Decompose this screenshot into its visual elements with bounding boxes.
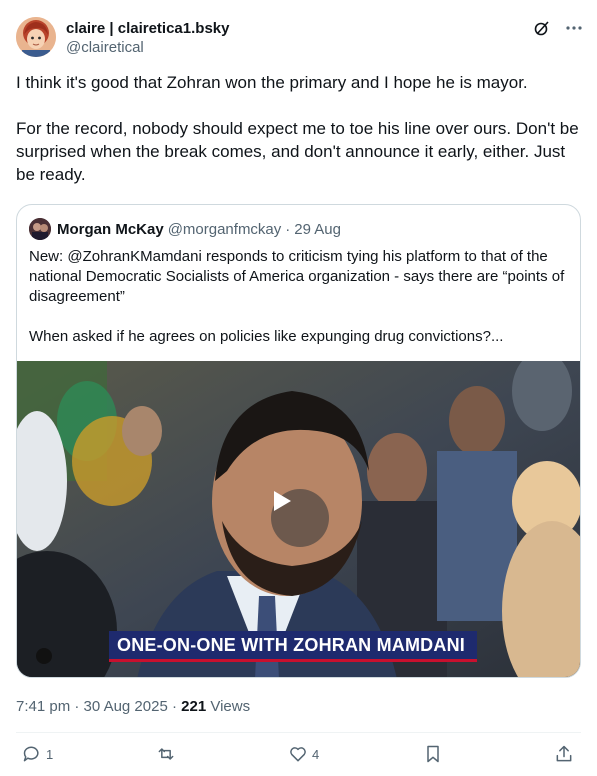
author-handle[interactable]: @clairetical [66, 38, 229, 57]
author-avatar[interactable] [16, 17, 56, 57]
quoted-author-avatar [29, 218, 51, 240]
reply-icon [23, 746, 39, 762]
repost-button[interactable] [155, 744, 181, 764]
views-count: 221 [181, 698, 207, 715]
quoted-post-text: New: @ZohranKMamdani responds to critici… [29, 247, 569, 347]
heart-icon [290, 747, 306, 762]
share-icon [556, 745, 572, 762]
more-options-icon[interactable] [565, 19, 583, 37]
quoted-paragraph: New: @ZohranKMamdani responds to critici… [29, 248, 565, 305]
quoted-post[interactable]: Morgan McKay @morganfmckay · 29 Aug New:… [16, 204, 581, 678]
post-paragraph: For the record, nobody should expect me … [16, 119, 579, 184]
video-player[interactable]: ONE-ON-ONE WITH ZOHRAN MAMDANI [17, 361, 580, 677]
bookmark-icon [427, 745, 439, 763]
reply-button[interactable]: 1 [22, 744, 53, 764]
author-display-name[interactable]: claire | clairetica1.bsky [66, 19, 229, 38]
divider [16, 732, 581, 733]
quoted-post-date: 29 Aug [294, 220, 341, 238]
quoted-author-handle: @morganfmckay [167, 220, 282, 238]
post-meta: 7:41 pm · 30 Aug 2025 · 221 Views [16, 698, 250, 715]
grok-icon[interactable] [533, 19, 551, 37]
like-button[interactable]: 4 [288, 744, 319, 764]
separator-dot: · [171, 698, 177, 715]
action-bar: 1 4 [16, 744, 581, 770]
quoted-paragraph: When asked if he agrees on policies like… [29, 328, 504, 345]
play-button[interactable] [271, 489, 329, 547]
repost-icon [158, 748, 174, 760]
separator-dot: · [285, 220, 291, 238]
video-chyron: ONE-ON-ONE WITH ZOHRAN MAMDANI [109, 631, 477, 662]
quoted-author-name: Morgan McKay [57, 220, 164, 238]
share-button[interactable] [554, 744, 574, 764]
play-icon [274, 491, 291, 511]
post-text: I think it's good that Zohran won the pr… [16, 71, 582, 186]
views-label: Views [210, 698, 251, 715]
like-count: 4 [312, 746, 320, 762]
post-time[interactable]: 7:41 pm [16, 698, 70, 715]
post-date[interactable]: 30 Aug 2025 [84, 698, 168, 715]
reply-count: 1 [46, 746, 54, 762]
post-header: claire | clairetica1.bsky @clairetical [16, 15, 583, 59]
separator-dot: · [74, 698, 80, 715]
post-paragraph: I think it's good that Zohran won the pr… [16, 73, 528, 92]
quoted-post-header: Morgan McKay @morganfmckay · 29 Aug [29, 218, 341, 240]
bookmark-button[interactable] [423, 744, 443, 764]
